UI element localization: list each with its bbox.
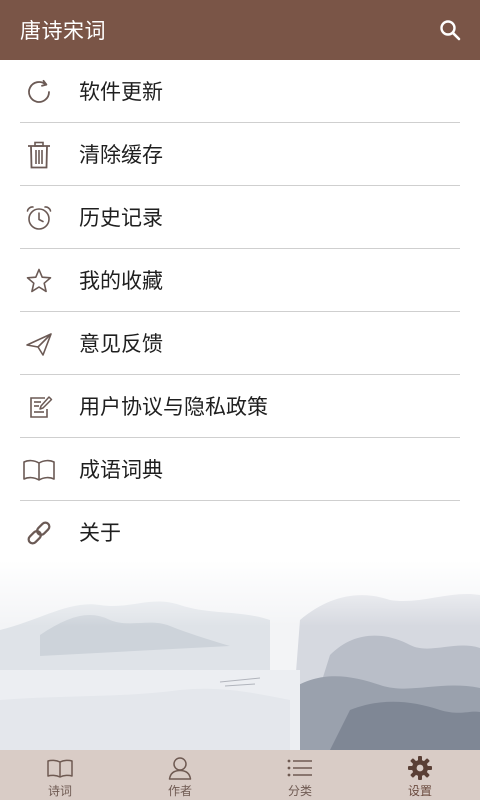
tab-settings[interactable]: 设置 bbox=[360, 750, 480, 800]
menu-item-feedback[interactable]: 意见反馈 bbox=[0, 312, 480, 375]
gear-icon bbox=[406, 755, 434, 781]
bottom-tab-bar: 诗词 作者 分类 设置 bbox=[0, 750, 480, 800]
menu-item-label: 历史记录 bbox=[79, 206, 163, 230]
tab-label: 设置 bbox=[407, 784, 432, 798]
menu-item-clear-cache[interactable]: 清除缓存 bbox=[0, 123, 480, 186]
person-icon bbox=[166, 755, 194, 781]
menu-item-label: 用户协议与隐私政策 bbox=[79, 395, 268, 419]
link-icon bbox=[22, 516, 56, 550]
tab-categories[interactable]: 分类 bbox=[240, 750, 360, 800]
refresh-icon bbox=[22, 75, 56, 109]
tab-label: 诗词 bbox=[47, 784, 72, 798]
menu-item-label: 成语词典 bbox=[79, 458, 163, 482]
tab-label: 分类 bbox=[287, 784, 312, 798]
menu-item-label: 清除缓存 bbox=[79, 143, 163, 167]
landscape-painting-image bbox=[0, 560, 480, 750]
trash-icon bbox=[22, 138, 56, 172]
star-icon bbox=[22, 264, 56, 298]
menu-item-label: 软件更新 bbox=[79, 80, 163, 104]
menu-item-user-agreement[interactable]: 用户协议与隐私政策 bbox=[0, 375, 480, 438]
menu-item-idiom-dictionary[interactable]: 成语词典 bbox=[0, 438, 480, 501]
menu-item-history[interactable]: 历史记录 bbox=[0, 186, 480, 249]
app-header: 唐诗宋词 bbox=[0, 0, 480, 60]
menu-item-about[interactable]: 关于 bbox=[0, 501, 480, 564]
menu-item-label: 我的收藏 bbox=[79, 269, 163, 293]
menu-item-label: 关于 bbox=[79, 521, 121, 545]
document-edit-icon bbox=[22, 390, 56, 424]
search-button[interactable] bbox=[434, 14, 466, 46]
tab-label: 作者 bbox=[167, 784, 192, 798]
alarm-clock-icon bbox=[22, 201, 56, 235]
book-icon bbox=[46, 755, 74, 781]
tab-poems[interactable]: 诗词 bbox=[0, 750, 120, 800]
menu-item-favorites[interactable]: 我的收藏 bbox=[0, 249, 480, 312]
tab-authors[interactable]: 作者 bbox=[120, 750, 240, 800]
settings-menu: 软件更新 清除缓存 历史记录 我的收藏 意见反馈 用户协议与隐私政策 成语词典 … bbox=[0, 60, 480, 564]
search-icon bbox=[440, 20, 461, 41]
menu-item-label: 意见反馈 bbox=[79, 332, 163, 356]
list-icon bbox=[286, 755, 314, 781]
page-title: 唐诗宋词 bbox=[20, 19, 106, 43]
menu-item-software-update[interactable]: 软件更新 bbox=[0, 60, 480, 123]
paper-plane-icon bbox=[22, 327, 56, 361]
open-book-icon bbox=[22, 453, 56, 487]
